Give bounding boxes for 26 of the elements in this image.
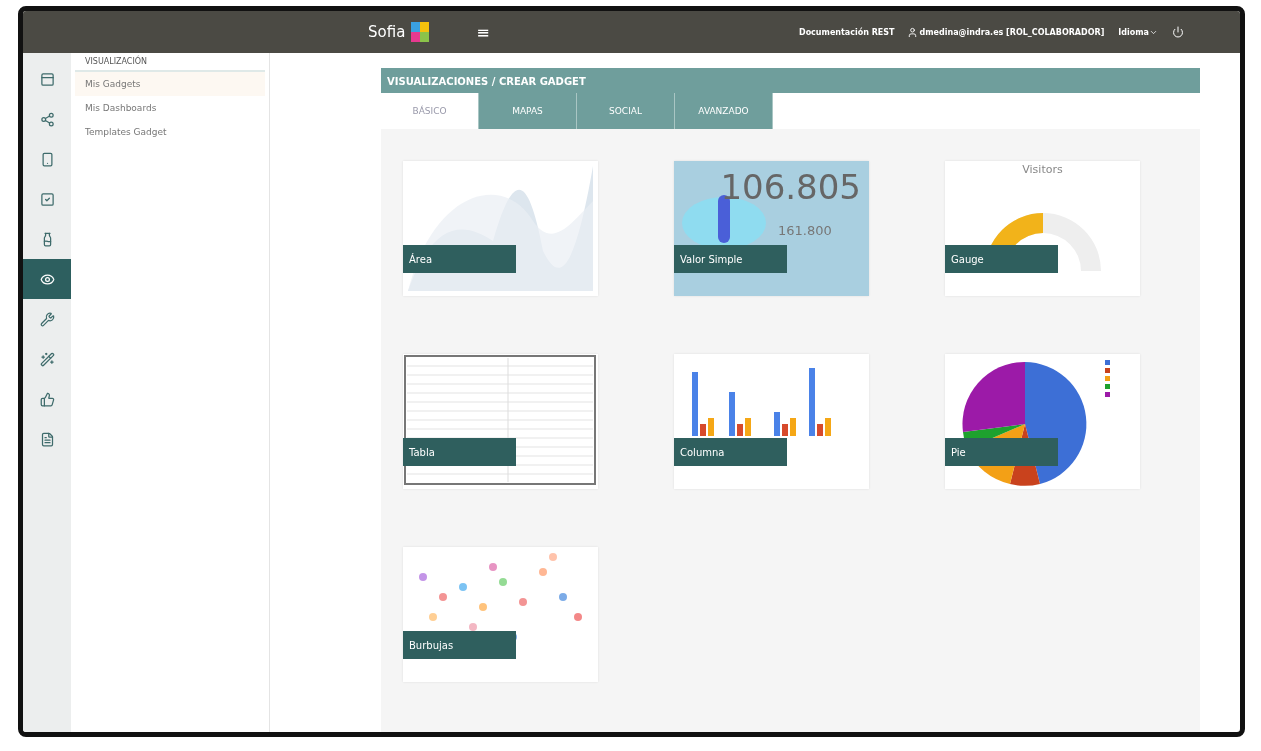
gadget-card[interactable]: Área	[403, 161, 598, 296]
gadget-label: Burbujas	[403, 631, 516, 659]
gadget-label: Valor Simple	[674, 245, 787, 273]
documentation-link[interactable]: Documentación REST	[799, 27, 895, 37]
secondary-value-text: 161.800	[778, 223, 832, 238]
gadget-card[interactable]: Tabla	[403, 354, 598, 489]
submenu-item[interactable]: Templates Gadget	[75, 120, 265, 144]
panel-header: VISUALIZACIONES / CREAR GADGET	[381, 68, 1200, 93]
gadget-card[interactable]: Pie	[945, 354, 1140, 489]
gadget-card[interactable]: Columna	[674, 354, 869, 489]
submenu-item[interactable]: Mis Dashboards	[75, 96, 265, 120]
menu-button[interactable]: ≡	[476, 22, 490, 42]
gadget-label: Pie	[945, 438, 1058, 466]
gadget-label: Gauge	[945, 245, 1058, 273]
user-link[interactable]: dmedina@indra.es [ROL_COLABORADOR]	[919, 27, 1105, 37]
language-menu[interactable]: Idioma	[1118, 27, 1158, 37]
gadget-label: Tabla	[403, 438, 516, 466]
gadget-card[interactable]: 106.805 161.800 Valor Simple	[674, 161, 869, 296]
gadget-label: Columna	[674, 438, 787, 466]
logo[interactable]: Sofia	[368, 23, 406, 41]
value-text: 106.805	[720, 167, 861, 207]
gadget-card[interactable]: Visitors Gauge	[945, 161, 1140, 296]
gauge-title: Visitors	[1021, 163, 1064, 176]
submenu-item[interactable]: Mis Gadgets	[75, 72, 265, 96]
gadget-label: Área	[403, 245, 516, 273]
gadget-card[interactable]: Burbujas	[403, 547, 598, 682]
